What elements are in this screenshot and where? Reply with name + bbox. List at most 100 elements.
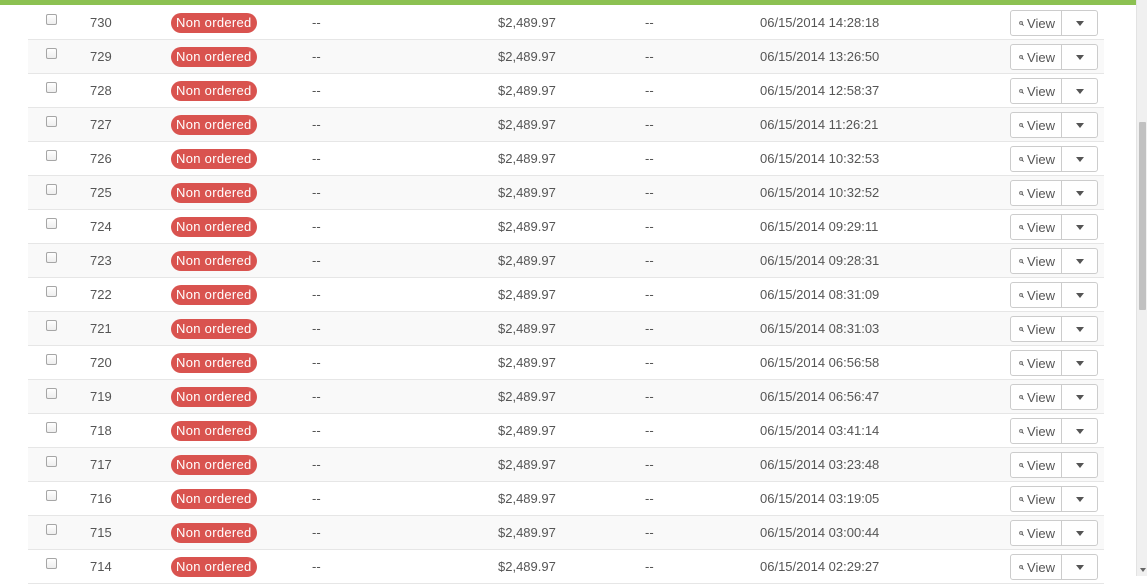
view-button[interactable]: View	[1011, 317, 1062, 341]
order-id: 725	[90, 185, 112, 200]
order-id: 724	[90, 219, 112, 234]
row-checkbox[interactable]	[46, 422, 57, 433]
zoom-in-icon	[1019, 462, 1024, 468]
empty-value: --	[312, 321, 321, 336]
actions-dropdown-toggle[interactable]	[1062, 317, 1097, 341]
actions-dropdown-toggle[interactable]	[1062, 113, 1097, 137]
actions-dropdown-toggle[interactable]	[1062, 283, 1097, 307]
row-actions: View	[1010, 452, 1098, 478]
empty-value: --	[645, 253, 654, 268]
actions-dropdown-toggle[interactable]	[1062, 419, 1097, 443]
view-button[interactable]: View	[1011, 419, 1062, 443]
table-row: 730 Non ordered -- $2,489.97 -- 06/15/20…	[28, 6, 1104, 40]
scroll-down-arrow-icon[interactable]	[1140, 568, 1146, 572]
zoom-in-icon	[1019, 54, 1024, 60]
zoom-in-icon	[1019, 496, 1024, 502]
row-actions: View	[1010, 554, 1098, 580]
status-badge: Non ordered	[171, 489, 257, 509]
zoom-in-icon	[1019, 224, 1024, 230]
row-checkbox[interactable]	[46, 286, 57, 297]
actions-dropdown-toggle[interactable]	[1062, 181, 1097, 205]
row-checkbox[interactable]	[46, 252, 57, 263]
actions-dropdown-toggle[interactable]	[1062, 385, 1097, 409]
order-amount: $2,489.97	[498, 559, 556, 574]
empty-value: --	[645, 219, 654, 234]
empty-value: --	[645, 423, 654, 438]
zoom-in-icon	[1019, 360, 1024, 366]
empty-value: --	[312, 355, 321, 370]
view-button[interactable]: View	[1011, 249, 1062, 273]
row-checkbox[interactable]	[46, 524, 57, 535]
view-button[interactable]: View	[1011, 147, 1062, 171]
row-checkbox[interactable]	[46, 320, 57, 331]
actions-dropdown-toggle[interactable]	[1062, 215, 1097, 239]
empty-value: --	[645, 49, 654, 64]
row-checkbox[interactable]	[46, 14, 57, 25]
view-button[interactable]: View	[1011, 487, 1062, 511]
view-button[interactable]: View	[1011, 181, 1062, 205]
order-id: 717	[90, 457, 112, 472]
order-amount: $2,489.97	[498, 355, 556, 370]
status-badge: Non ordered	[171, 557, 257, 577]
actions-dropdown-toggle[interactable]	[1062, 521, 1097, 545]
view-button[interactable]: View	[1011, 113, 1062, 137]
order-date: 06/15/2014 03:19:05	[760, 491, 880, 506]
row-checkbox[interactable]	[46, 82, 57, 93]
row-checkbox[interactable]	[46, 184, 57, 195]
row-checkbox[interactable]	[46, 48, 57, 59]
view-button[interactable]: View	[1011, 385, 1062, 409]
view-button[interactable]: View	[1011, 11, 1062, 35]
caret-down-icon	[1075, 122, 1084, 128]
view-button[interactable]: View	[1011, 555, 1062, 579]
actions-dropdown-toggle[interactable]	[1062, 147, 1097, 171]
order-id: 727	[90, 117, 112, 132]
actions-dropdown-toggle[interactable]	[1062, 351, 1097, 375]
empty-value: --	[312, 287, 321, 302]
actions-dropdown-toggle[interactable]	[1062, 555, 1097, 579]
row-checkbox[interactable]	[46, 456, 57, 467]
scrollbar-thumb[interactable]	[1139, 122, 1146, 310]
table-row: 715 Non ordered -- $2,489.97 -- 06/15/20…	[28, 516, 1104, 550]
zoom-in-icon	[1019, 564, 1024, 570]
empty-value: --	[312, 253, 321, 268]
order-date: 06/15/2014 08:31:03	[760, 321, 880, 336]
empty-value: --	[645, 83, 654, 98]
actions-dropdown-toggle[interactable]	[1062, 487, 1097, 511]
order-date: 06/15/2014 09:29:11	[760, 219, 879, 234]
empty-value: --	[645, 151, 654, 166]
row-checkbox[interactable]	[46, 558, 57, 569]
row-checkbox[interactable]	[46, 150, 57, 161]
order-date: 06/15/2014 13:26:50	[760, 49, 880, 64]
actions-dropdown-toggle[interactable]	[1062, 11, 1097, 35]
empty-value: --	[312, 83, 321, 98]
zoom-in-icon	[1019, 326, 1024, 332]
row-actions: View	[1010, 316, 1098, 342]
view-button[interactable]: View	[1011, 521, 1062, 545]
view-button[interactable]: View	[1011, 351, 1062, 375]
row-checkbox[interactable]	[46, 354, 57, 365]
empty-value: --	[312, 559, 321, 574]
row-checkbox[interactable]	[46, 218, 57, 229]
table-row: 718 Non ordered -- $2,489.97 -- 06/15/20…	[28, 414, 1104, 448]
empty-value: --	[312, 389, 321, 404]
order-date: 06/15/2014 12:58:37	[760, 83, 880, 98]
view-button[interactable]: View	[1011, 45, 1062, 69]
order-id: 729	[90, 49, 112, 64]
order-id: 718	[90, 423, 112, 438]
empty-value: --	[645, 559, 654, 574]
view-button[interactable]: View	[1011, 79, 1062, 103]
vertical-scrollbar[interactable]	[1136, 0, 1147, 576]
actions-dropdown-toggle[interactable]	[1062, 79, 1097, 103]
row-checkbox[interactable]	[46, 490, 57, 501]
row-checkbox[interactable]	[46, 388, 57, 399]
view-button[interactable]: View	[1011, 453, 1062, 477]
caret-down-icon	[1075, 20, 1084, 26]
row-checkbox[interactable]	[46, 116, 57, 127]
view-button[interactable]: View	[1011, 283, 1062, 307]
actions-dropdown-toggle[interactable]	[1062, 249, 1097, 273]
zoom-in-icon	[1019, 394, 1024, 400]
actions-dropdown-toggle[interactable]	[1062, 45, 1097, 69]
actions-dropdown-toggle[interactable]	[1062, 453, 1097, 477]
view-button[interactable]: View	[1011, 215, 1062, 239]
empty-value: --	[312, 423, 321, 438]
